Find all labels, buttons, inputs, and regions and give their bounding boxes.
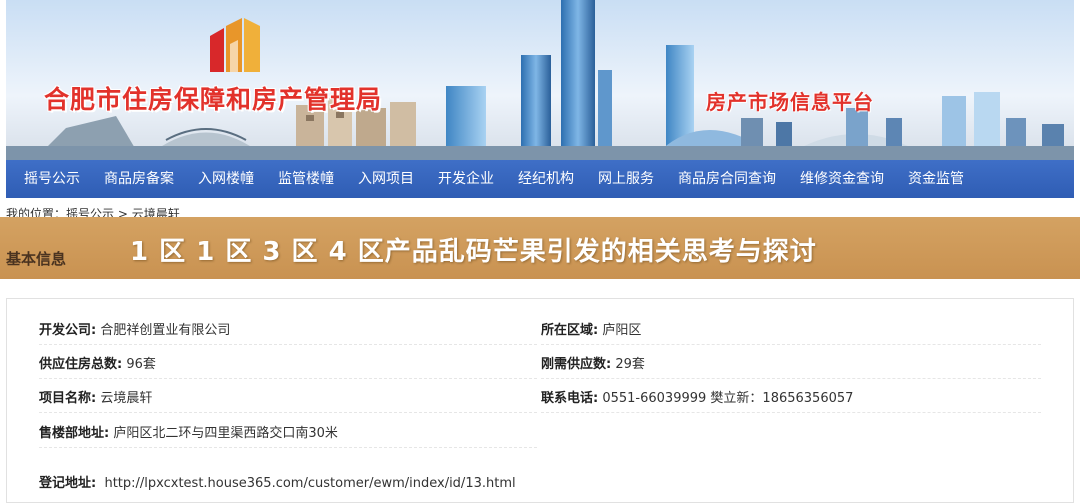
nav-item-housing-filing[interactable]: 商品房备案 bbox=[92, 160, 186, 198]
developer-field: 开发公司: 合肥祥创置业有限公司 bbox=[39, 319, 230, 338]
phone-label: 联系电话: bbox=[541, 391, 599, 406]
sales-address-label: 售楼部地址: bbox=[39, 426, 110, 441]
basic-info-panel: 开发公司: 合肥祥创置业有限公司 所在区域: 庐阳区 供应住房总数: 96套 刚… bbox=[6, 298, 1074, 503]
rigid-supply-label: 刚需供应数: bbox=[541, 357, 612, 372]
overlay-title: 1 区 1 区 3 区 4 区产品乱码芒果引发的相关思考与探讨 bbox=[130, 237, 817, 267]
nav-item-fund-supervision[interactable]: 资金监管 bbox=[896, 160, 976, 198]
district-field: 所在区域: 庐阳区 bbox=[541, 319, 641, 338]
nav-item-network-buildings[interactable]: 入网楼幢 bbox=[186, 160, 266, 198]
divider bbox=[541, 412, 1041, 413]
nav-item-supervised-buildings[interactable]: 监管楼幢 bbox=[266, 160, 346, 198]
sales-address-field: 售楼部地址: 庐阳区北二环与四里渠西路交口南30米 bbox=[39, 422, 338, 441]
register-address-label: 登记地址: bbox=[39, 476, 97, 491]
supply-total-label: 供应住房总数: bbox=[39, 357, 123, 372]
divider bbox=[541, 344, 1041, 345]
developer-label: 开发公司: bbox=[39, 323, 97, 338]
nav-item-online-services[interactable]: 网上服务 bbox=[586, 160, 666, 198]
supply-total-value: 96套 bbox=[126, 357, 156, 372]
platform-title: 房产市场信息平台 bbox=[706, 90, 874, 114]
divider bbox=[39, 412, 537, 413]
project-name-value: 云境晨轩 bbox=[100, 391, 153, 406]
building-logo-icon bbox=[210, 18, 260, 72]
nav-item-lottery-notice[interactable]: 摇号公示 bbox=[12, 160, 92, 198]
supply-total-field: 供应住房总数: 96套 bbox=[39, 353, 156, 372]
developer-value: 合肥祥创置业有限公司 bbox=[100, 323, 231, 338]
project-name-label: 项目名称: bbox=[39, 391, 97, 406]
nav-item-agencies[interactable]: 经纪机构 bbox=[506, 160, 586, 198]
sales-address-value: 庐阳区北二环与四里渠西路交口南30米 bbox=[113, 426, 338, 441]
phone-field: 联系电话: 0551-66039999 樊立新：18656356057 bbox=[541, 387, 853, 406]
district-value: 庐阳区 bbox=[602, 323, 642, 338]
nav-item-developers[interactable]: 开发企业 bbox=[426, 160, 506, 198]
rigid-supply-field: 刚需供应数: 29套 bbox=[541, 353, 645, 372]
header-banner: 合肥市住房保障和房产管理局 房产市场信息平台 bbox=[6, 0, 1074, 160]
phone-value: 0551-66039999 樊立新：18656356057 bbox=[602, 391, 854, 406]
register-address-link[interactable]: http://lpxcxtest.house365.com/customer/e… bbox=[104, 476, 515, 491]
district-label: 所在区域: bbox=[541, 323, 599, 338]
rigid-supply-value: 29套 bbox=[615, 357, 645, 372]
divider bbox=[39, 378, 537, 379]
nav-item-network-projects[interactable]: 入网项目 bbox=[346, 160, 426, 198]
nav-item-maintenance-fund[interactable]: 维修资金查询 bbox=[788, 160, 896, 198]
section-label: 基本信息 bbox=[6, 250, 67, 268]
project-name-field: 项目名称: 云境晨轩 bbox=[39, 387, 152, 406]
main-nav: 摇号公示 商品房备案 入网楼幢 监管楼幢 入网项目 开发企业 经纪机构 网上服务… bbox=[6, 160, 1074, 198]
divider bbox=[541, 378, 1041, 379]
register-address-field: 登记地址: http://lpxcxtest.house365.com/cust… bbox=[39, 472, 516, 491]
nav-item-contract-query[interactable]: 商品房合同查询 bbox=[666, 160, 788, 198]
divider bbox=[39, 447, 537, 448]
org-title: 合肥市住房保障和房产管理局 bbox=[44, 85, 383, 114]
divider bbox=[39, 344, 537, 345]
